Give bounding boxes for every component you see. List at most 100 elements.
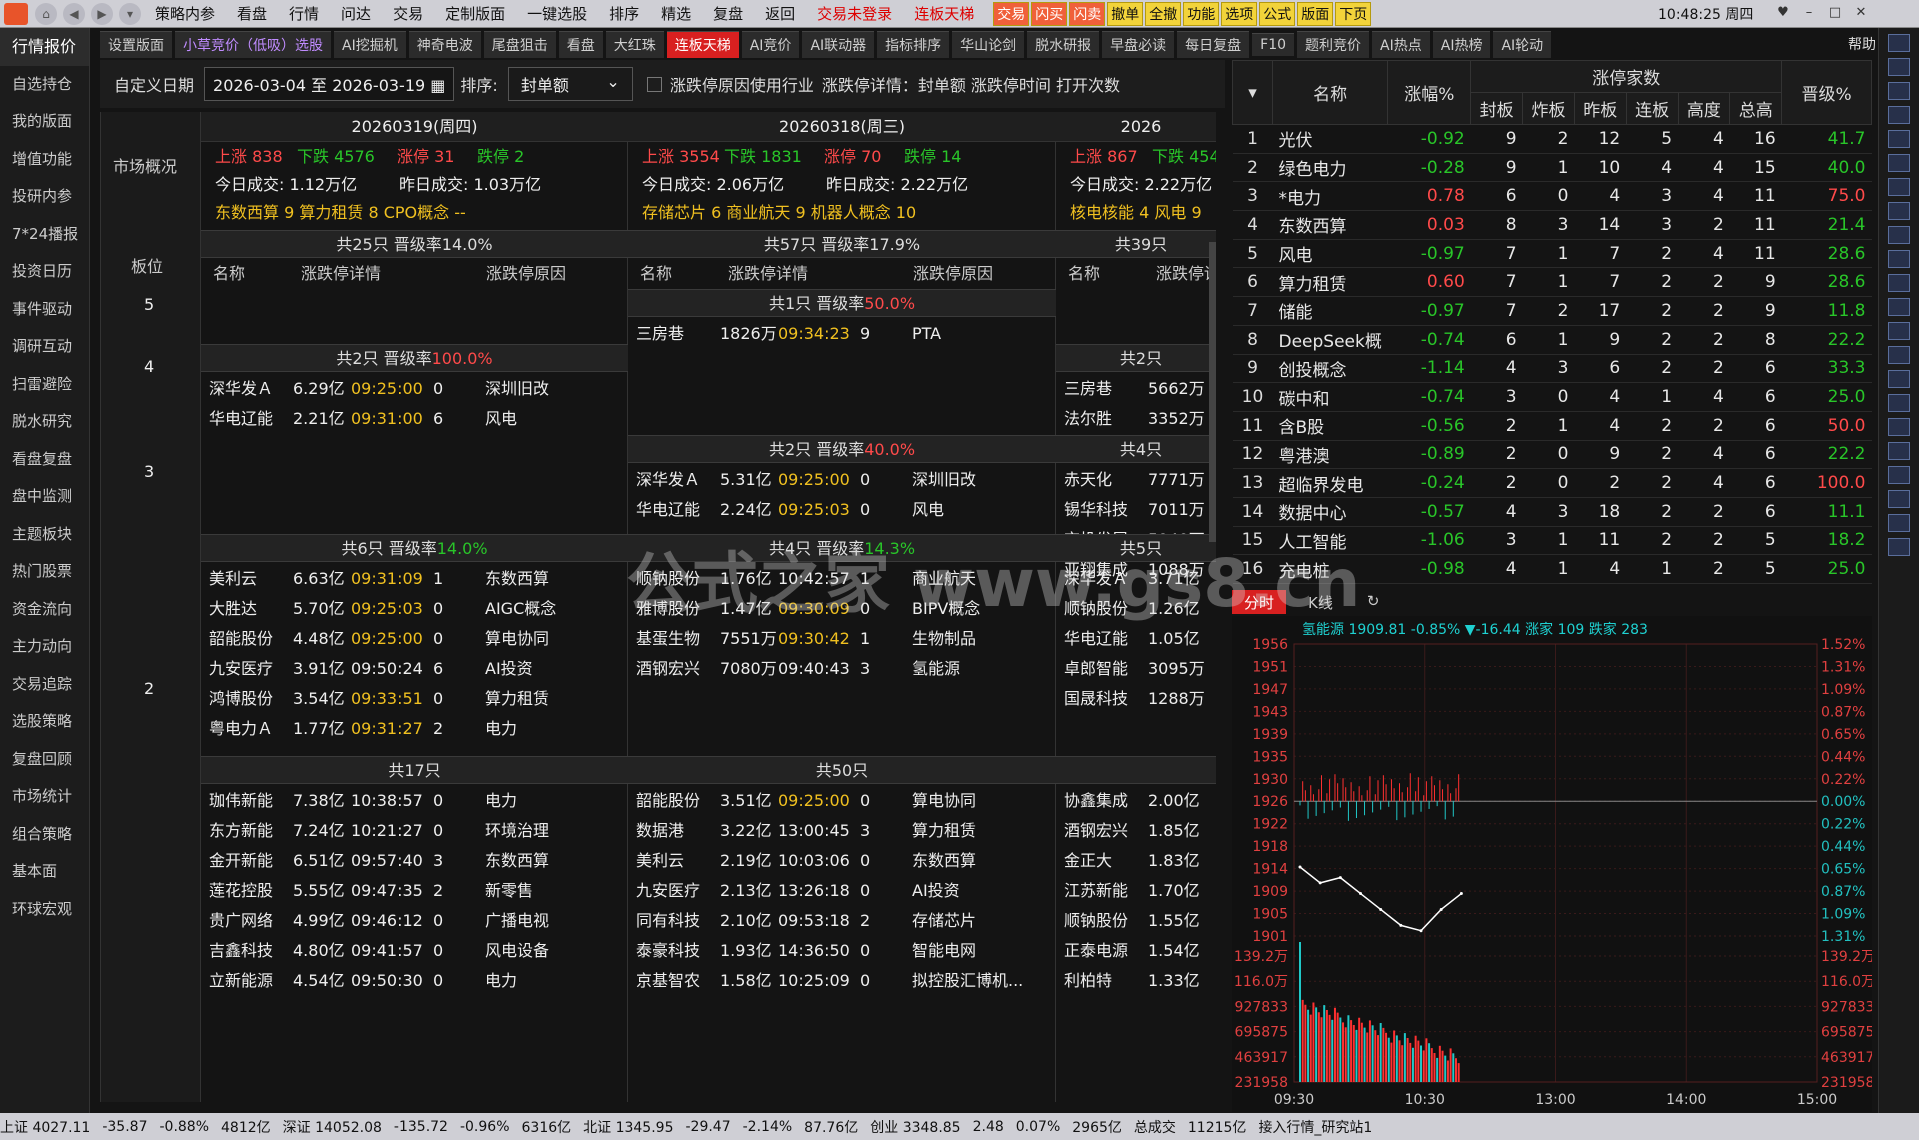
stock-name[interactable]: 酒钢宏兴 xyxy=(636,654,714,684)
stock-name[interactable]: 吉鑫科技 xyxy=(209,936,287,966)
home-icon[interactable]: ⌂ xyxy=(35,2,57,25)
stock-name[interactable]: 法尔胜 xyxy=(1064,404,1142,434)
tab-item[interactable]: 早盘必读 xyxy=(1102,30,1175,58)
sector-row[interactable]: 6 算力租赁 0.60 7 1 7 2 2 9 28.6 xyxy=(1232,267,1872,298)
tool-button[interactable]: 撤单 xyxy=(1107,1,1144,26)
tool-icon[interactable] xyxy=(1888,106,1910,124)
tool-icon[interactable] xyxy=(1888,538,1910,556)
sector-name[interactable]: DeepSeek概 xyxy=(1272,325,1388,355)
tab-item[interactable]: 大红珠 xyxy=(605,30,664,58)
stock-name[interactable]: 华电辽能 xyxy=(209,404,287,434)
stock-row[interactable]: 同有科技 2.10亿 09:53:18 2 存储芯片 xyxy=(628,906,1056,936)
sector-row[interactable]: 5 风电 -0.97 7 1 7 2 4 11 28.6 xyxy=(1232,239,1872,269)
stock-name[interactable]: 大胜达 xyxy=(209,594,287,624)
stock-row[interactable]: 华电辽能 1.05亿 xyxy=(1056,624,1216,654)
stock-row[interactable]: 美利云 6.63亿 09:31:09 1 东数西算 xyxy=(201,564,628,594)
nav-item[interactable]: 交易追踪 xyxy=(0,666,89,704)
stock-name[interactable]: 粤电力Ａ xyxy=(209,714,287,744)
stock-row[interactable]: 协鑫集成 2.00亿 xyxy=(1056,786,1216,816)
stock-name[interactable]: 江苏新能 xyxy=(1064,876,1142,906)
stock-name[interactable]: 卓郎智能 xyxy=(1064,654,1142,684)
sector-row[interactable]: 9 创投概念 -1.14 4 3 6 2 2 6 33.3 xyxy=(1232,354,1872,384)
industry-reason-checkbox[interactable] xyxy=(646,76,662,92)
tool-icon[interactable] xyxy=(1888,322,1910,340)
stock-row[interactable]: 华电辽能 2.21亿 09:31:00 6 风电 xyxy=(201,404,628,434)
tool-icon[interactable] xyxy=(1888,130,1910,148)
tool-icon[interactable] xyxy=(1888,370,1910,388)
tool-button[interactable]: 版面 xyxy=(1297,1,1334,26)
tool-button[interactable]: 下页 xyxy=(1335,1,1372,26)
help-link[interactable]: 帮助 xyxy=(1848,34,1876,54)
menu-item[interactable]: 问达 xyxy=(330,3,382,24)
stock-name[interactable]: 赤天化 xyxy=(1064,465,1142,495)
stock-row[interactable]: 国晟科技 1288万 xyxy=(1056,684,1216,714)
stock-row[interactable]: 华电辽能 2.24亿 09:25:03 0 风电 xyxy=(628,495,1056,525)
stock-row[interactable]: 韶能股份 3.51亿 09:25:00 0 算电协同 xyxy=(628,786,1056,816)
stock-name[interactable]: 锡华科技 xyxy=(1064,495,1142,525)
sector-row[interactable]: 11 含B股 -0.56 2 1 4 2 2 6 50.0 xyxy=(1232,411,1872,441)
stock-row[interactable]: 法尔胜 3352万 xyxy=(1056,404,1216,434)
stock-row[interactable]: 顺钠股份 1.55亿 xyxy=(1056,906,1216,936)
sector-name[interactable]: 粤港澳 xyxy=(1272,440,1388,470)
stock-name[interactable]: 协鑫集成 xyxy=(1064,786,1142,816)
tab-item[interactable]: 指标排序 xyxy=(877,30,950,58)
stock-row[interactable]: 莲花控股 5.55亿 09:47:35 2 新零售 xyxy=(201,876,628,906)
stock-name[interactable]: 珈伟新能 xyxy=(209,786,287,816)
tab-item[interactable]: AI联动器 xyxy=(802,30,875,58)
menu-item[interactable]: 看盘 xyxy=(226,3,278,24)
skin-icon[interactable]: ♥ xyxy=(1770,2,1796,24)
tool-icon[interactable] xyxy=(1888,154,1910,172)
col-prev[interactable]: 昨板 xyxy=(1573,92,1627,125)
maximize-icon[interactable]: □ xyxy=(1822,2,1848,24)
stock-name[interactable]: 莲花控股 xyxy=(209,876,287,906)
nav-item[interactable]: 我的版面 xyxy=(0,103,89,141)
nav-item[interactable]: 脱水研究 xyxy=(0,403,89,441)
tab-item[interactable]: 神奇电波 xyxy=(408,30,481,58)
menu-item[interactable]: 精选 xyxy=(650,3,702,24)
tool-icon[interactable] xyxy=(1888,202,1910,220)
stock-name[interactable]: 三房巷 xyxy=(636,319,714,349)
stock-name[interactable]: 金正大 xyxy=(1064,846,1142,876)
nav-item[interactable]: 扫雷避险 xyxy=(0,366,89,404)
col-pct[interactable]: 涨幅% xyxy=(1387,60,1472,125)
stock-name[interactable]: 韶能股份 xyxy=(636,786,714,816)
nav-item[interactable]: 行情报价 xyxy=(0,28,89,66)
sector-name[interactable]: 储能 xyxy=(1272,296,1388,326)
menu-item[interactable]: 排序 xyxy=(598,3,650,24)
tool-button[interactable]: 选项 xyxy=(1221,1,1258,26)
tool-icon[interactable] xyxy=(1888,226,1910,244)
stock-row[interactable]: 基蛋生物 7551万 09:30:42 1 生物制品 xyxy=(628,624,1056,654)
nav-item[interactable]: 组合策略 xyxy=(0,816,89,854)
nav-item[interactable]: 主题板块 xyxy=(0,516,89,554)
tool-icon[interactable] xyxy=(1888,82,1910,100)
sector-row[interactable]: 14 数据中心 -0.57 4 3 18 2 2 6 11.1 xyxy=(1232,497,1872,527)
dropdown-icon[interactable]: ▾ xyxy=(119,2,141,25)
tab-item[interactable]: 每日复盘 xyxy=(1177,30,1250,58)
sector-name[interactable]: 算力租赁 xyxy=(1272,267,1388,298)
stock-name[interactable]: 鸿博股份 xyxy=(209,684,287,714)
tool-icon[interactable] xyxy=(1888,58,1910,76)
nav-item[interactable]: 复盘回顾 xyxy=(0,741,89,779)
sector-row[interactable]: 13 超临界发电 -0.24 2 0 2 2 4 6 100.0 xyxy=(1232,468,1872,498)
tool-icon[interactable] xyxy=(1888,514,1910,532)
nav-item[interactable]: 主力动向 xyxy=(0,628,89,666)
stock-row[interactable]: 粤电力Ａ 1.77亿 09:31:27 2 电力 xyxy=(201,714,628,744)
sector-name[interactable]: 创投概念 xyxy=(1272,354,1388,384)
col-lian[interactable]: 连板 xyxy=(1625,92,1679,125)
stock-row[interactable]: 金开新能 6.51亿 09:57:40 3 东数西算 xyxy=(201,846,628,876)
menu-item[interactable]: 定制版面 xyxy=(434,3,516,24)
stock-row[interactable]: 卓郎智能 3095万 xyxy=(1056,654,1216,684)
tool-button[interactable]: 闪买 xyxy=(1031,1,1068,26)
grid-scrollbar[interactable] xyxy=(1209,242,1216,542)
date-range-input[interactable]: 2026-03-04 至 2026-03-19 ▦ xyxy=(204,67,455,101)
sector-name[interactable]: *电力 xyxy=(1272,181,1388,212)
tab-item[interactable]: 看盘 xyxy=(558,30,603,58)
menu-item[interactable]: 行情 xyxy=(278,3,330,24)
stock-name[interactable]: 国晟科技 xyxy=(1064,684,1142,714)
tab-item[interactable]: 尾盘狙击 xyxy=(483,30,556,58)
stock-row[interactable]: 泰豪科技 1.93亿 14:36:50 0 智能电网 xyxy=(628,936,1056,966)
nav-item[interactable]: 资金流向 xyxy=(0,591,89,629)
tab-item[interactable]: AI挖掘机 xyxy=(334,30,406,58)
trade-status[interactable]: 交易未登录 xyxy=(806,3,903,24)
stock-row[interactable]: 江苏新能 1.70亿 xyxy=(1056,876,1216,906)
